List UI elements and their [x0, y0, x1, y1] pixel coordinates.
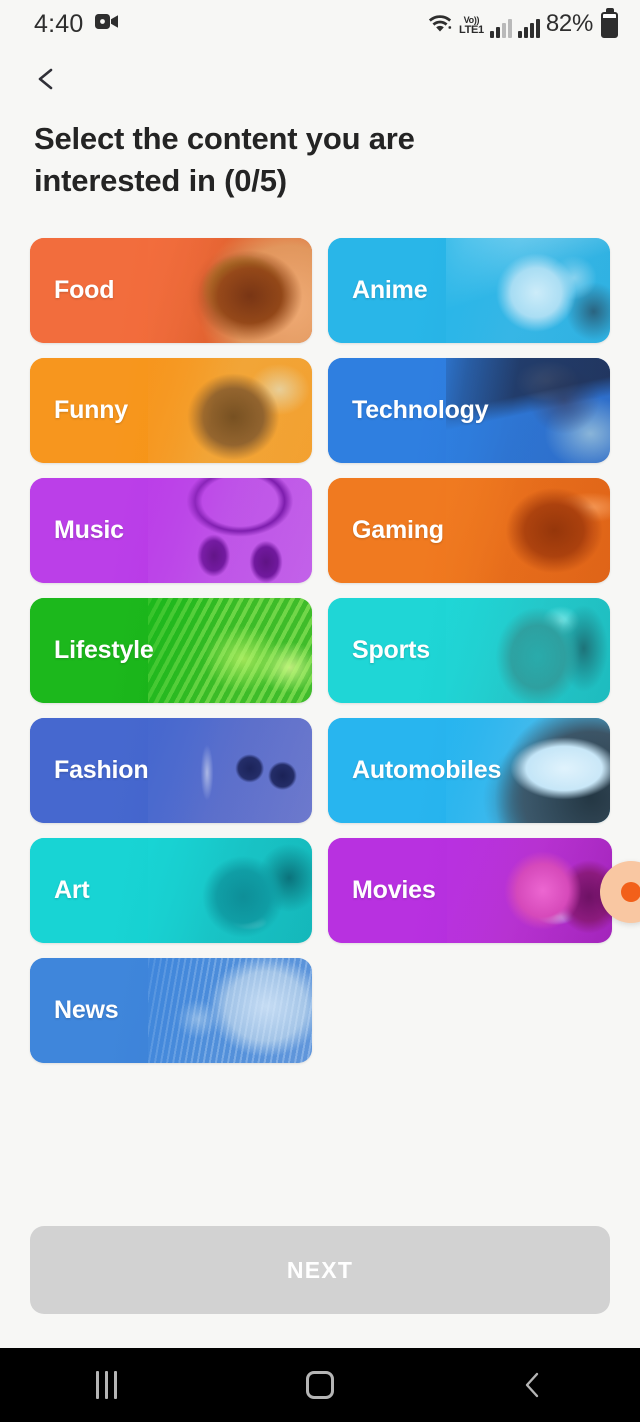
- category-label: Sports: [352, 635, 430, 664]
- category-label: News: [54, 995, 119, 1024]
- category-grid: Food Anime Funny Technology Music Gaming…: [0, 237, 640, 1063]
- category-card-lifestyle[interactable]: Lifestyle: [30, 597, 312, 703]
- category-card-food[interactable]: Food: [30, 237, 312, 343]
- status-bar-left: 4:40: [34, 10, 119, 39]
- footer: NEXT: [0, 1226, 640, 1314]
- category-label: Food: [54, 275, 115, 304]
- bubble-dot-icon: [621, 882, 640, 902]
- video-camera-icon: [95, 13, 119, 35]
- battery-icon: [601, 12, 618, 38]
- category-card-fashion[interactable]: Fashion: [30, 717, 312, 823]
- category-label: Funny: [54, 395, 128, 424]
- category-label: Anime: [352, 275, 428, 304]
- category-card-movies[interactable]: Movies: [328, 837, 612, 943]
- signal-bars-icon: [489, 18, 512, 38]
- signal-bars-icon: [517, 18, 540, 38]
- category-card-music[interactable]: Music: [30, 477, 312, 583]
- category-label: Automobiles: [352, 755, 502, 784]
- battery-percent-label: 82%: [545, 10, 593, 37]
- category-card-automobiles[interactable]: Automobiles: [328, 717, 610, 823]
- category-label: Art: [54, 875, 90, 904]
- category-card-gaming[interactable]: Gaming: [328, 477, 610, 583]
- home-icon[interactable]: [260, 1348, 380, 1422]
- wifi-icon: [427, 11, 453, 38]
- volte-lte-indicator: Vo)) LTE1: [458, 15, 484, 36]
- category-label: Gaming: [352, 515, 444, 544]
- category-label: Lifestyle: [54, 635, 154, 664]
- back-icon[interactable]: [473, 1348, 593, 1422]
- category-card-sports[interactable]: Sports: [328, 597, 610, 703]
- category-card-technology[interactable]: Technology: [328, 357, 610, 463]
- category-card-funny[interactable]: Funny: [30, 357, 312, 463]
- next-button[interactable]: NEXT: [30, 1226, 610, 1314]
- category-label: Technology: [352, 395, 489, 424]
- status-bar-right: Vo)) LTE1 82%: [427, 10, 618, 38]
- category-label: Fashion: [54, 755, 149, 784]
- category-card-anime[interactable]: Anime: [328, 237, 610, 343]
- android-nav-bar: [0, 1348, 640, 1422]
- status-bar: 4:40 Vo)) LTE1 82%: [0, 0, 640, 48]
- page-title: Select the content you are interested in…: [34, 121, 415, 198]
- back-chevron-icon[interactable]: [34, 66, 60, 92]
- recents-icon[interactable]: [47, 1348, 167, 1422]
- category-label: Movies: [352, 875, 436, 904]
- status-bar-clock: 4:40: [34, 9, 84, 38]
- category-label: Music: [54, 515, 124, 544]
- header-back-row: [0, 48, 640, 92]
- category-card-news[interactable]: News: [30, 957, 312, 1063]
- category-card-art[interactable]: Art: [30, 837, 312, 943]
